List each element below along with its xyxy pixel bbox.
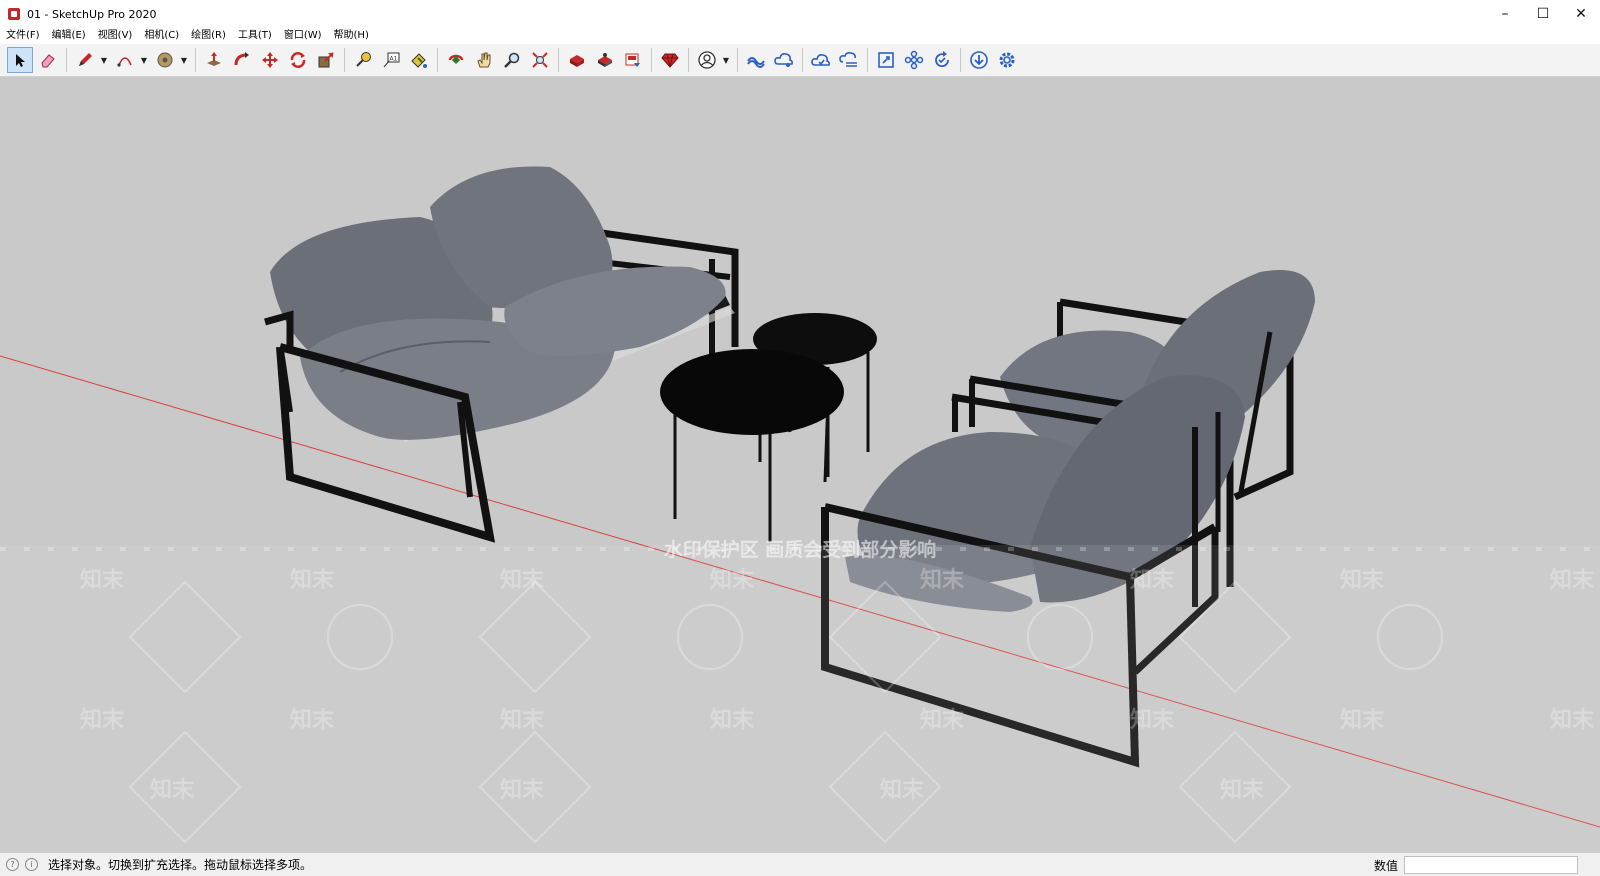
menu-file[interactable]: 文件(F) xyxy=(0,28,46,44)
svg-text:知末: 知末 xyxy=(1550,707,1595,733)
fit-view-icon[interactable] xyxy=(873,47,899,73)
paint-icon[interactable] xyxy=(406,47,432,73)
3d-warehouse-icon[interactable] xyxy=(564,47,590,73)
zoom-extents-icon[interactable] xyxy=(527,47,553,73)
toolbar-separator xyxy=(802,48,803,72)
maximize-icon[interactable]: ☐ xyxy=(1524,0,1562,28)
close-icon[interactable]: ✕ xyxy=(1562,0,1600,28)
svg-text:知末: 知末 xyxy=(500,567,545,593)
toolbar-separator xyxy=(737,48,738,72)
toolbar-separator xyxy=(437,48,438,72)
paint-bucket-icon[interactable] xyxy=(152,47,178,73)
move-icon[interactable] xyxy=(257,47,283,73)
menu-window[interactable]: 窗口(W) xyxy=(278,28,328,44)
scene-canvas[interactable]: 水印保护区 画质会受到部分影响 知末 知末 知末 知末 知末 知末 知末 知末 … xyxy=(0,77,1600,852)
ruby-console-icon[interactable] xyxy=(657,47,683,73)
svg-text:知末: 知末 xyxy=(80,707,125,733)
toolbar-separator xyxy=(344,48,345,72)
measurements-input[interactable] xyxy=(1404,856,1578,874)
toolbar-separator xyxy=(688,48,689,72)
components-icon[interactable] xyxy=(901,47,927,73)
import-icon[interactable] xyxy=(966,47,992,73)
status-message: 选择对象。切换到扩充选择。拖动鼠标选择多项。 xyxy=(48,858,313,872)
sofa-model[interactable] xyxy=(264,166,739,543)
toolbar-separator xyxy=(558,48,559,72)
toolbar-separator xyxy=(651,48,652,72)
side-table-large[interactable] xyxy=(660,349,844,542)
minimize-icon[interactable]: – xyxy=(1486,0,1524,28)
refresh-icon[interactable] xyxy=(929,47,955,73)
menu-edit[interactable]: 编辑(E) xyxy=(46,28,92,44)
info-icon[interactable]: i xyxy=(25,858,38,871)
title-bar: 01 - SketchUp Pro 2020 – ☐ ✕ xyxy=(0,0,1600,28)
svg-text:知末: 知末 xyxy=(710,567,755,593)
model-viewport[interactable]: 水印保护区 画质会受到部分影响 知末 知末 知末 知末 知末 知末 知末 知末 … xyxy=(0,77,1600,852)
svg-text:知末: 知末 xyxy=(1130,567,1175,593)
tape-measure-icon[interactable] xyxy=(350,47,376,73)
pencil-icon[interactable] xyxy=(72,47,98,73)
arc-dropdown-icon[interactable]: ▼ xyxy=(139,47,149,73)
select-icon[interactable] xyxy=(7,47,33,73)
shape-dropdown-icon[interactable]: ▼ xyxy=(179,47,189,73)
toolbar-separator xyxy=(960,48,961,72)
sketchup-logo-icon xyxy=(8,8,20,20)
main-toolbar: ▼ ▼ ▼ A1 ▼ xyxy=(0,44,1600,77)
toolbar-separator xyxy=(66,48,67,72)
menu-tools[interactable]: 工具(T) xyxy=(232,28,278,44)
text-label-icon[interactable]: A1 xyxy=(378,47,404,73)
extension-warehouse-icon[interactable] xyxy=(592,47,618,73)
svg-text:知末: 知末 xyxy=(920,707,965,733)
toolbar-separator xyxy=(867,48,868,72)
svg-text:知末: 知末 xyxy=(880,777,925,803)
push-pull-icon[interactable] xyxy=(201,47,227,73)
window-title: 01 - SketchUp Pro 2020 xyxy=(27,7,157,21)
measurements-label: 数值 xyxy=(1373,859,1398,873)
status-bar: ? i 选择对象。切换到扩充选择。拖动鼠标选择多项。 数值 xyxy=(0,852,1600,876)
rotate-icon[interactable] xyxy=(285,47,311,73)
settings-icon[interactable] xyxy=(994,47,1020,73)
layout-icon[interactable] xyxy=(620,47,646,73)
toolbar-separator xyxy=(195,48,196,72)
menu-view[interactable]: 视图(V) xyxy=(92,28,139,44)
pencil-dropdown-icon[interactable]: ▼ xyxy=(99,47,109,73)
window-controls: – ☐ ✕ xyxy=(1486,0,1600,28)
eraser-icon[interactable] xyxy=(35,47,61,73)
svg-text:知末: 知末 xyxy=(1130,707,1175,733)
svg-text:知末: 知末 xyxy=(920,567,965,593)
menu-help[interactable]: 帮助(H) xyxy=(328,28,375,44)
svg-text:知末: 知末 xyxy=(80,567,125,593)
svg-text:知末: 知末 xyxy=(150,777,195,803)
menu-camera[interactable]: 相机(C) xyxy=(138,28,185,44)
svg-text:知末: 知末 xyxy=(1340,707,1385,733)
orbit-icon[interactable] xyxy=(443,47,469,73)
svg-text:知末: 知末 xyxy=(1550,567,1595,593)
svg-text:知末: 知末 xyxy=(1220,777,1265,803)
cloud-upload-icon[interactable] xyxy=(808,47,834,73)
geo-location-icon[interactable]: ? xyxy=(6,858,19,871)
svg-text:知末: 知末 xyxy=(1340,567,1385,593)
zoom-icon[interactable] xyxy=(499,47,525,73)
menu-draw[interactable]: 绘图(R) xyxy=(185,28,232,44)
svg-text:知末: 知末 xyxy=(500,777,545,803)
svg-text:知末: 知末 xyxy=(710,707,755,733)
svg-text:知末: 知末 xyxy=(500,707,545,733)
account-dropdown-icon[interactable]: ▼ xyxy=(721,47,731,73)
pan-icon[interactable] xyxy=(471,47,497,73)
account-icon[interactable] xyxy=(694,47,720,73)
svg-text:知末: 知末 xyxy=(290,567,335,593)
svg-text:A1: A1 xyxy=(390,56,398,63)
trimble-connect-icon[interactable] xyxy=(743,47,769,73)
arc-icon[interactable] xyxy=(112,47,138,73)
cloud-sync-icon[interactable] xyxy=(836,47,862,73)
menu-bar: 文件(F) 编辑(E) 视图(V) 相机(C) 绘图(R) 工具(T) 窗口(W… xyxy=(0,28,1600,44)
svg-text:知末: 知末 xyxy=(290,707,335,733)
scale-icon[interactable] xyxy=(313,47,339,73)
share-icon[interactable] xyxy=(771,47,797,73)
watermark-line: 水印保护区 画质会受到部分影响 xyxy=(664,538,937,561)
follow-me-icon[interactable] xyxy=(229,47,255,73)
